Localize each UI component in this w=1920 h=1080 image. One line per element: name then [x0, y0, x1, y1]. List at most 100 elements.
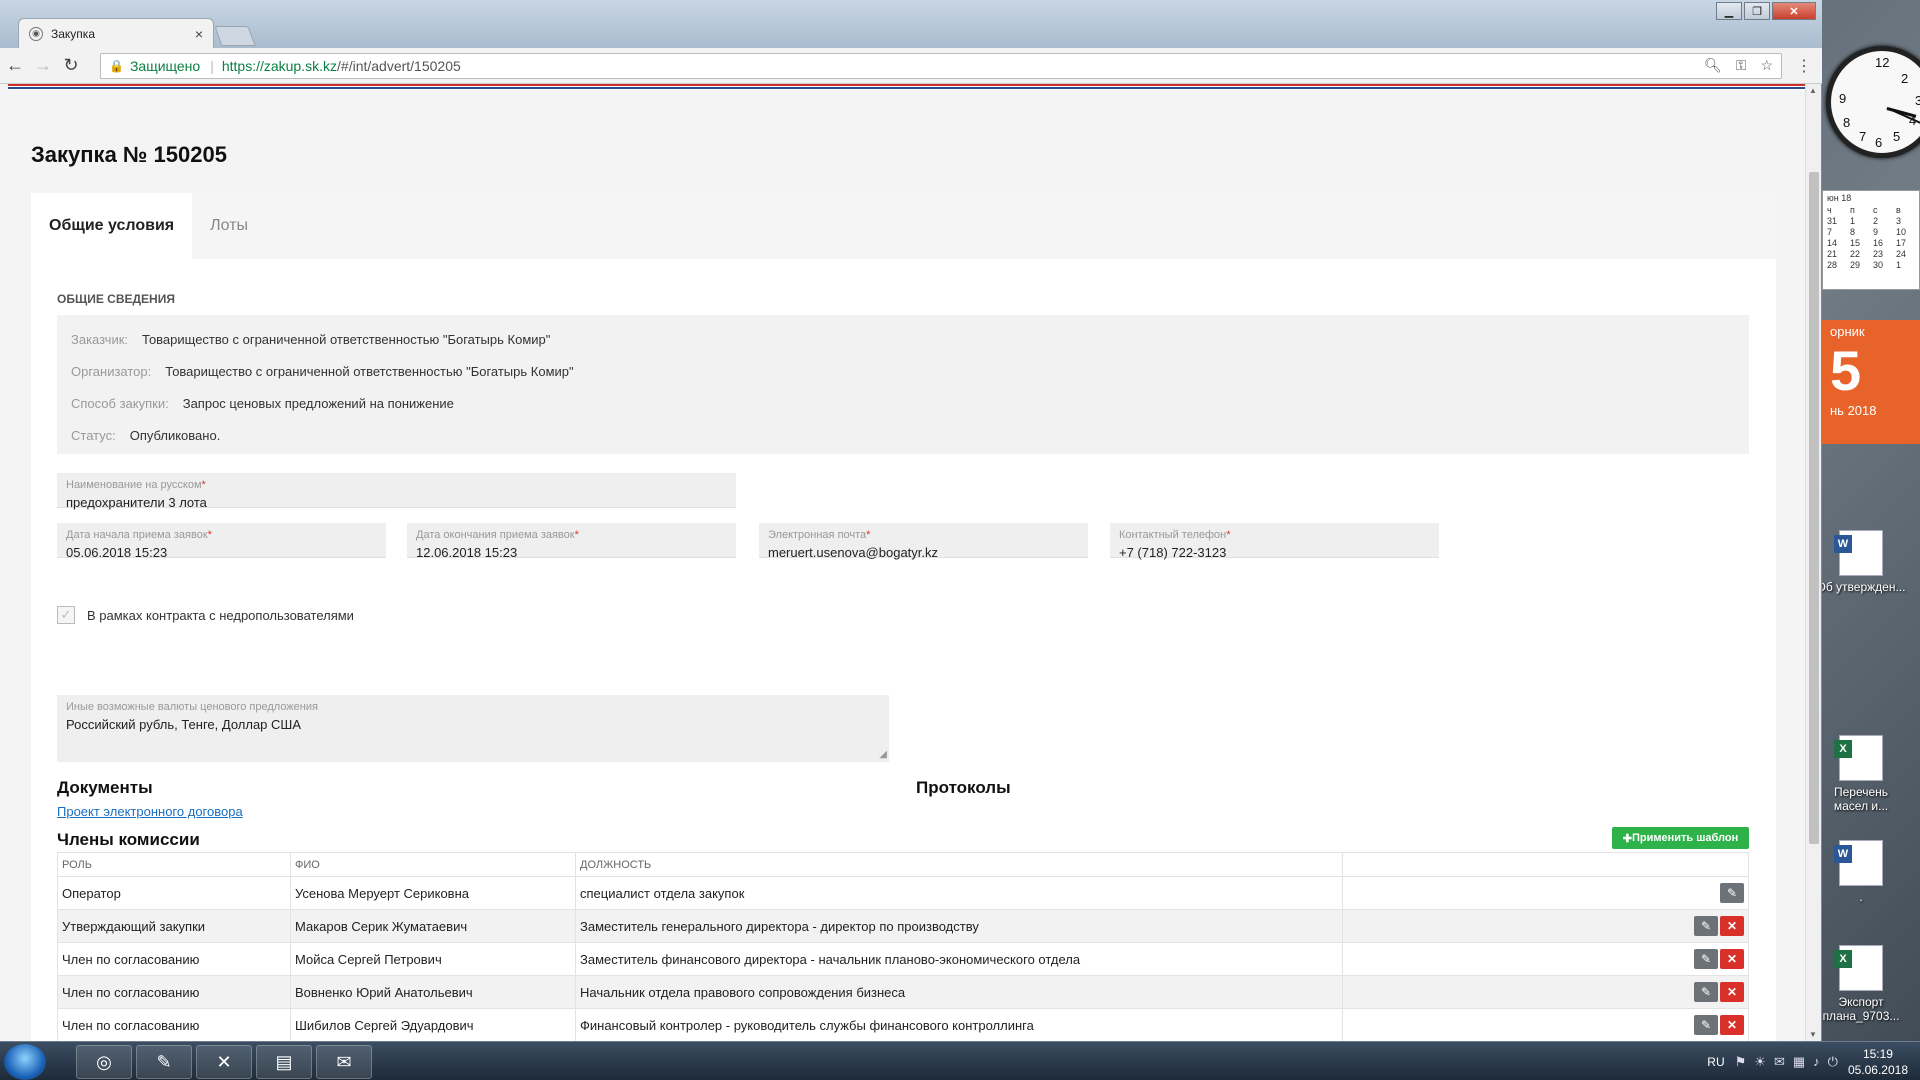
browser-window: ◉ Закупка × ▁ ❐ ✕ ← → ↻ 🔒 Защищено | htt… [0, 0, 1822, 1041]
page-scrollbar[interactable]: ▲ ▼ [1805, 84, 1821, 1041]
cell-role: Утверждающий закупки [57, 909, 291, 943]
delete-x-icon[interactable]: ✕ [1720, 982, 1744, 1002]
calendar-day: 1 [1850, 216, 1856, 226]
secure-label: Защищено [129, 58, 201, 74]
key-icon[interactable]: ⚿ [1736, 57, 1747, 74]
documents-heading: Документы [57, 778, 153, 797]
address-bar[interactable]: 🔒 Защищено | https://zakup.sk.kz /#/int/… [100, 53, 1782, 79]
back-button[interactable]: ← [2, 53, 28, 79]
close-window-button[interactable]: ✕ [1772, 2, 1816, 20]
taskbar-explorer[interactable]: ▤ [256, 1045, 312, 1079]
taskbar-chrome[interactable]: ◎ [76, 1045, 132, 1079]
currencies-textarea[interactable]: Иные возможные валюты ценового предложен… [57, 695, 889, 762]
zoom-icon[interactable]: 🔍︎ [1704, 57, 1722, 74]
edit-pencil-icon[interactable]: ✎ [1694, 916, 1718, 936]
taskbar-clock[interactable]: 15:19 05.06.2018 [1848, 1046, 1908, 1078]
subsoil-contract-checkbox[interactable]: ✓ [57, 606, 75, 624]
calendar-day: 21 [1827, 249, 1838, 259]
table-row: Член по согласованию Вовненко Юрий Анато… [57, 975, 1749, 1009]
info-value: Товарищество с ограниченной ответственно… [165, 363, 574, 379]
info-value: Запрос ценовых предложений на понижение [182, 395, 454, 411]
field-label: Иные возможные валюты ценового предложен… [66, 701, 318, 713]
info-row-customer: Заказчик: Товарищество с ограниченной от… [71, 323, 1735, 355]
star-icon[interactable]: ☆ [1760, 57, 1773, 74]
forward-button[interactable]: → [30, 53, 56, 79]
field-label: Дата начала приема заявок* [66, 529, 212, 541]
desktop-icon-doc[interactable]: . [1816, 840, 1906, 904]
maximize-button[interactable]: ❐ [1744, 2, 1770, 20]
calendar-day: 10 [1896, 227, 1907, 237]
general-info-box: Заказчик: Товарищество с ограниченной от… [57, 315, 1749, 454]
info-row-method: Способ закупки: Запрос ценовых предложен… [71, 387, 1735, 419]
taskbar-mail[interactable]: ✉ [316, 1045, 372, 1079]
email-field[interactable]: Электронная почта* meruert.usenova@bogat… [759, 523, 1088, 560]
minimize-button[interactable]: ▁ [1716, 2, 1742, 20]
new-tab-button[interactable] [214, 26, 256, 46]
desktop-icon-export-plan[interactable]: Экспорт плана_9703... [1816, 945, 1906, 1023]
tab-lots[interactable]: Лоты [192, 193, 266, 259]
taskbar-notes[interactable]: ✎ [136, 1045, 192, 1079]
desktop-icon-doc-approval[interactable]: Об утвержден... [1816, 530, 1906, 594]
edit-pencil-icon[interactable]: ✎ [1694, 1015, 1718, 1035]
info-value: Товарищество с ограниченной ответственно… [142, 331, 551, 347]
network-icon[interactable]: ▦ [1793, 1054, 1805, 1070]
browser-tab[interactable]: ◉ Закупка × [18, 18, 214, 48]
flag-icon[interactable]: ⚑ [1735, 1054, 1747, 1070]
cell-actions: ✎ ✕ [1342, 909, 1749, 943]
desktop-icon-label: Экспорт плана_9703... [1822, 995, 1900, 1023]
scroll-down-icon[interactable]: ▼ [1809, 1030, 1817, 1039]
cell-position: Заместитель генерального директора - дир… [575, 909, 1343, 943]
browser-menu-icon[interactable]: ⋮ [1796, 56, 1812, 76]
delete-x-icon[interactable]: ✕ [1720, 949, 1744, 969]
page-title: Закупка № 150205 [31, 142, 227, 167]
contract-draft-link[interactable]: Проект электронного договора [57, 804, 243, 819]
cell-name: Мойса Сергей Петрович [290, 942, 576, 976]
mail-icon: ✉ [336, 1051, 352, 1072]
info-value: Опубликовано. [129, 427, 221, 443]
lock-icon: 🔒 [109, 59, 124, 73]
reload-button[interactable]: ↻ [58, 53, 84, 79]
table-header-row: РОЛЬ ФИО ДОЛЖНОСТЬ [57, 852, 1749, 877]
delete-x-icon[interactable]: ✕ [1720, 1015, 1744, 1035]
scrollbar-thumb[interactable] [1809, 172, 1819, 844]
tab-close-icon[interactable]: × [195, 26, 203, 42]
chrome-icon: ◎ [96, 1051, 112, 1072]
language-indicator[interactable]: RU [1707, 1055, 1724, 1069]
url-path: /#/int/advert/150205 [337, 58, 461, 74]
name-ru-field[interactable]: Наименование на русском* предохранители … [57, 473, 736, 510]
start-button[interactable] [4, 1044, 46, 1080]
phone-field[interactable]: Контактный телефон* +7 (718) 722-3123 [1110, 523, 1439, 560]
start-date-field[interactable]: Дата начала приема заявок* 05.06.2018 15… [57, 523, 386, 560]
cell-role: Оператор [57, 876, 291, 910]
tray-icons: ⚑ ☀ ✉ ▦ ♪ ⏻ [1735, 1054, 1838, 1070]
resize-grip-icon[interactable]: ◢ [879, 749, 887, 760]
taskbar-excel[interactable]: ✕ [196, 1045, 252, 1079]
desktop-icon-oil-list[interactable]: Перечень масел и... [1816, 735, 1906, 813]
bulb-icon[interactable]: ☀ [1754, 1054, 1766, 1070]
desktop-icon-label: Перечень масел и... [1833, 785, 1889, 813]
calendar-day: 7 [1827, 227, 1833, 237]
tab-general-conditions[interactable]: Общие условия [31, 193, 193, 259]
end-date-field[interactable]: Дата окончания приема заявок* 12.06.2018… [407, 523, 736, 560]
system-tray: RU ⚑ ☀ ✉ ▦ ♪ ⏻ 15:19 05.06.2018 [1707, 1042, 1920, 1080]
edit-pencil-icon[interactable]: ✎ [1720, 883, 1744, 903]
edit-pencil-icon[interactable]: ✎ [1694, 949, 1718, 969]
calendar-day: 30 [1873, 260, 1884, 270]
plus-icon: ✚ [1622, 832, 1632, 845]
edit-pencil-icon[interactable]: ✎ [1694, 982, 1718, 1002]
advert-card: Общие условия Лоты ОБЩИЕ СВЕДЕНИЯ Заказч… [31, 193, 1776, 1041]
subsoil-contract-checkbox-row[interactable]: ✓ В рамках контракта с недропользователя… [57, 606, 354, 624]
calendar-day: 31 [1827, 216, 1838, 226]
delete-x-icon[interactable]: ✕ [1720, 916, 1744, 936]
power-icon[interactable]: ⏻ [1828, 1054, 1838, 1070]
volume-icon[interactable]: ♪ [1813, 1054, 1820, 1070]
calendar-gadget: юн 18 ч п с в 31 1 2 3 7 8 9 10 14 15 16 17 21 22 23 24 28 29… [1822, 190, 1920, 290]
desktop-icon-label: . [1859, 890, 1863, 904]
excel-icon: ✕ [216, 1051, 232, 1072]
chat-icon[interactable]: ✉ [1774, 1054, 1785, 1070]
protocols-heading: Протоколы [916, 778, 1011, 797]
calendar-header: юн 18 [1827, 193, 1852, 203]
scroll-up-icon[interactable]: ▲ [1809, 86, 1817, 95]
excel-document-icon [1834, 735, 1883, 781]
apply-template-button[interactable]: ✚ Применить шаблон [1612, 827, 1749, 849]
